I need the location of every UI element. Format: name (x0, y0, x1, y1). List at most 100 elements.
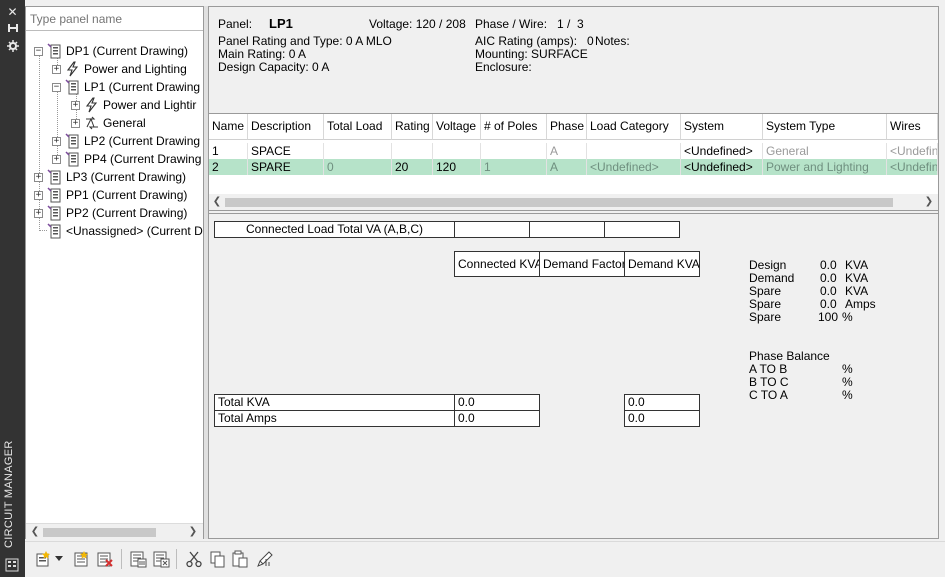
panel-icon (65, 79, 79, 95)
copy-icon[interactable] (207, 549, 227, 569)
cell-wires[interactable]: <Undefin (887, 143, 938, 159)
new-panel-icon[interactable] (33, 549, 53, 569)
total-amps-connected: 0.0 (454, 410, 540, 427)
scroll-right-icon[interactable]: ❯ (186, 525, 200, 539)
tree-node-pp2[interactable]: + PP2 (Current Drawing) (34, 204, 187, 222)
stat-unit: KVA (845, 271, 869, 285)
scroll-right-icon[interactable]: ❯ (922, 195, 936, 209)
column-header[interactable]: System Type (763, 114, 887, 140)
cell-name[interactable]: 2 (209, 159, 248, 175)
tree-node-dp1[interactable]: − DP1 (Current Drawing) (34, 42, 188, 60)
properties-icon[interactable] (4, 40, 21, 56)
column-header[interactable]: System (681, 114, 763, 140)
tree-node-lp2[interactable]: + LP2 (Current Drawing (52, 132, 200, 150)
expand-toggle[interactable]: + (52, 154, 61, 164)
panel-tree-pane: − DP1 (Current Drawing) + Power and Ligh… (25, 6, 204, 539)
stat-value: 0.0 (820, 284, 837, 298)
column-header[interactable]: Rating (392, 114, 433, 140)
tree-node-pp4[interactable]: + PP4 (Current Drawing (52, 150, 201, 168)
expand-toggle[interactable]: + (71, 118, 80, 128)
scroll-left-icon[interactable]: ❮ (28, 525, 42, 539)
cell-poles[interactable]: 1 (481, 159, 547, 175)
grid-horizontal-scrollbar[interactable]: ❮ ❯ (209, 194, 938, 210)
expand-toggle[interactable]: + (52, 136, 61, 146)
cell-system-type[interactable]: General (763, 143, 887, 159)
auto-hide-icon[interactable] (4, 22, 21, 38)
cell-system[interactable]: <Undefined> (681, 159, 763, 175)
cell-poles[interactable] (481, 143, 547, 159)
paste-icon[interactable] (230, 549, 250, 569)
collapse-toggle[interactable]: − (34, 46, 43, 56)
tree-node-lp1-power-lighting[interactable]: + Power and Lightir (71, 96, 196, 114)
connected-load-phase-a (454, 221, 530, 238)
table-row-selected[interactable]: 2 SPARE 0 20 120 1 A <Undefined> <Undefi… (209, 159, 938, 175)
phase-balance-unit: % (842, 375, 853, 389)
cell-wires[interactable]: <Undefin (887, 159, 938, 175)
scrollbar-thumb[interactable] (43, 528, 156, 537)
stat-value: 0.0 (820, 297, 837, 311)
update-schedule-icon[interactable] (151, 549, 171, 569)
cell-description[interactable]: SPARE (248, 159, 324, 175)
tree-node-pp1[interactable]: + PP1 (Current Drawing) (34, 186, 187, 204)
column-header[interactable]: Name (209, 114, 248, 140)
edit-circuit-icon[interactable] (255, 549, 275, 569)
cut-icon[interactable] (184, 549, 204, 569)
column-header[interactable]: Wires (887, 114, 938, 140)
panel-search-input[interactable] (26, 7, 203, 31)
circuit-grid: Name Description Total Load Rating Volta… (209, 113, 938, 211)
tree-node-lp1[interactable]: − LP1 (Current Drawing (52, 78, 200, 96)
tree-horizontal-scrollbar[interactable]: ❮ ❯ (26, 523, 203, 539)
close-icon[interactable]: ✕ (4, 4, 21, 20)
mounting-info: Mounting: SURFACE (475, 47, 588, 61)
column-header[interactable]: Phase (547, 114, 587, 140)
scroll-left-icon[interactable]: ❮ (210, 195, 224, 209)
stat-label: Demand (749, 271, 795, 285)
cell-voltage[interactable]: 120 (433, 159, 481, 175)
tree-node-unassigned[interactable]: <Unassigned> (Current D (47, 222, 203, 240)
cell-rating[interactable]: 20 (392, 159, 433, 175)
delete-circuit-icon[interactable] (95, 549, 115, 569)
cell-voltage[interactable] (433, 143, 481, 159)
column-header[interactable]: Description (248, 114, 324, 140)
column-header[interactable]: # of Poles (481, 114, 547, 140)
generate-schedule-icon[interactable] (128, 549, 148, 569)
expand-toggle[interactable]: + (34, 172, 43, 182)
panel-icon (65, 151, 79, 167)
cell-load-category[interactable] (587, 143, 681, 159)
cell-system-type[interactable]: Power and Lighting (763, 159, 887, 175)
cell-name[interactable]: 1 (209, 143, 248, 159)
total-kva-connected: 0.0 (454, 394, 540, 411)
tree-node-dp1-power-lighting[interactable]: + Power and Lighting (52, 60, 187, 78)
cell-phase[interactable]: A (547, 143, 587, 159)
expand-toggle[interactable]: + (71, 100, 80, 110)
total-amps-demand: 0.0 (624, 410, 700, 427)
dropdown-arrow-icon[interactable] (53, 549, 65, 569)
column-header[interactable]: Load Category (587, 114, 681, 140)
panel-name: LP1 (269, 16, 293, 31)
tree-node-lp3[interactable]: + LP3 (Current Drawing) (34, 168, 186, 186)
add-circuit-icon[interactable] (71, 549, 91, 569)
cell-total-load[interactable] (324, 143, 392, 159)
main-rating: Main Rating: 0 A (218, 47, 307, 61)
panel-icon (65, 133, 79, 149)
load-summary: Connected Load Total VA (A,B,C) Connecte… (209, 213, 938, 538)
circuit-detail-pane: Panel: LP1 Voltage: 120 / 208 Phase / Wi… (208, 6, 939, 539)
table-row[interactable]: 1 SPACE A <Undefined> General <Undefin (209, 143, 938, 159)
collapse-toggle[interactable]: − (52, 82, 61, 92)
cell-rating[interactable] (392, 143, 433, 159)
cell-description[interactable]: SPACE (248, 143, 324, 159)
column-header[interactable]: Voltage (433, 114, 481, 140)
grid-header-row: Name Description Total Load Rating Volta… (209, 114, 938, 140)
circuit-icon (86, 116, 98, 130)
cell-system[interactable]: <Undefined> (681, 143, 763, 159)
cell-total-load[interactable]: 0 (324, 159, 392, 175)
expand-toggle[interactable]: + (34, 208, 43, 218)
expand-toggle[interactable]: + (34, 190, 43, 200)
scrollbar-thumb[interactable] (225, 198, 893, 207)
column-header[interactable]: Total Load (324, 114, 392, 140)
expand-toggle[interactable]: + (52, 64, 61, 74)
cell-load-category[interactable]: <Undefined> (587, 159, 681, 175)
palette-title-rail: ✕ CIRCUIT MANAGER (0, 0, 25, 577)
cell-phase[interactable]: A (547, 159, 587, 175)
tree-node-lp1-general[interactable]: + General (71, 114, 146, 132)
